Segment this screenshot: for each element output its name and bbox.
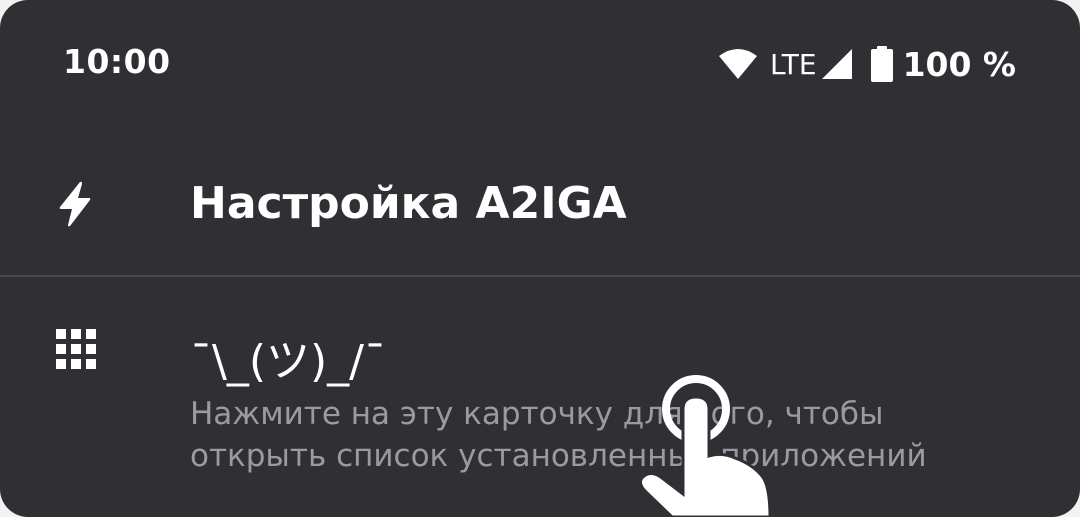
status-icons: LTE 100 % [718,42,1016,86]
battery-percentage: 100 % [902,44,1016,84]
tile-subtitle: Нажмите на эту карточку для того, чтобы … [190,396,927,474]
tile-title: ¯\_(ツ)_/¯ [190,336,386,387]
tile-a2iga-settings[interactable]: Настройка A2IGA [0,128,1080,275]
network-type-label: LTE [770,47,817,81]
quick-settings-card: 10:00 LTE 100 % Настройка A2IGA ¯\_(ツ)_/… [0,0,1080,517]
tile-title: Настройка A2IGA [190,178,627,229]
apps-grid-icon [56,329,96,373]
status-bar: 10:00 LTE 100 % [0,0,1080,128]
tap-hand-icon [628,368,778,517]
battery-icon [870,46,893,82]
signal-icon [821,48,853,80]
status-time: 10:00 [63,42,171,81]
wifi-icon [718,48,758,80]
tile-installed-apps[interactable]: ¯\_(ツ)_/¯ Нажмите на эту карточку для то… [0,277,1080,517]
flash-icon [56,180,94,232]
